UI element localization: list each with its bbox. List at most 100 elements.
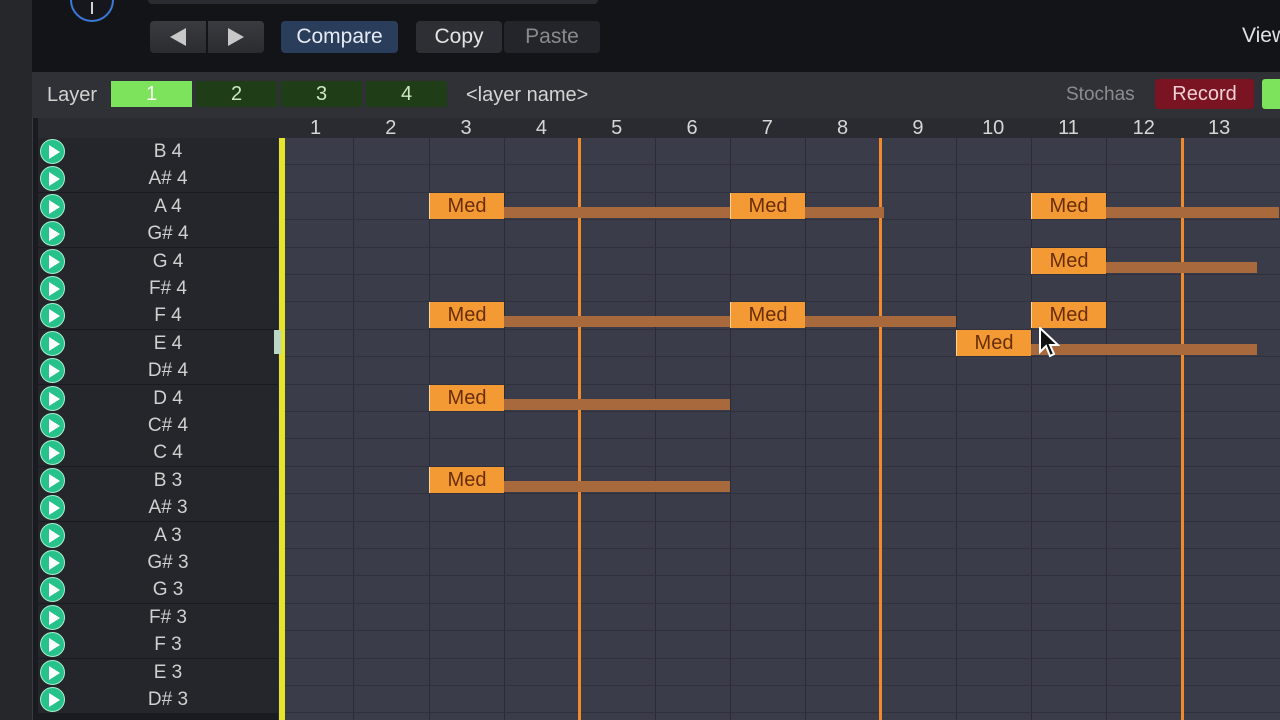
arrow-right-icon: [228, 28, 244, 47]
row-note-name: G# 3: [147, 552, 189, 573]
note-length-tail[interactable]: [504, 316, 730, 327]
row-play-icon[interactable]: [40, 276, 65, 301]
row-note-name: C 4: [153, 442, 183, 464]
mouse-cursor-icon: [1039, 327, 1060, 358]
grid-column-line: [655, 138, 656, 720]
row-play-icon[interactable]: [40, 522, 65, 548]
layer-tab-1[interactable]: 1: [111, 81, 192, 107]
step-number: 7: [761, 117, 773, 139]
grid-row-line: [278, 247, 1280, 248]
row-note-name: A# 4: [148, 168, 188, 190]
row-play-icon[interactable]: [40, 248, 65, 274]
grid-column-line: [805, 138, 806, 720]
note-cell[interactable]: Med: [1031, 248, 1106, 274]
step-number: 2: [385, 117, 397, 139]
row-note-name: A# 3: [148, 497, 188, 519]
previous-preset-button[interactable]: [150, 21, 206, 53]
grid-row-line: [278, 356, 1280, 357]
playhead: [279, 138, 285, 720]
bar-line: [578, 138, 581, 720]
grid-column-line: [504, 138, 505, 720]
row-play-icon[interactable]: [40, 604, 65, 630]
grid-column-line: [353, 138, 354, 720]
copy-button[interactable]: Copy: [416, 21, 502, 53]
step-number: 10: [982, 117, 1005, 139]
note-length-tail[interactable]: [805, 316, 956, 327]
grid-column-line: [1106, 138, 1107, 720]
row-note-name: B 3: [153, 469, 183, 491]
preset-field[interactable]: [148, 0, 598, 4]
note-cell[interactable]: Med: [429, 302, 504, 328]
grid-row-line: [278, 411, 1280, 412]
grid-row-line: [278, 603, 1280, 604]
row-note-name: G 3: [152, 579, 184, 601]
grid-row-line: [278, 274, 1280, 275]
row-play-icon[interactable]: [40, 330, 65, 356]
step-number: 11: [1058, 117, 1079, 139]
note-length-tail[interactable]: [1106, 262, 1257, 273]
note-cell[interactable]: Med: [429, 193, 504, 219]
stochas-label: Stochas: [1066, 84, 1135, 105]
view-menu[interactable]: View: [1242, 24, 1280, 48]
row-note-name: E 3: [153, 661, 183, 683]
note-length-tail[interactable]: [805, 207, 884, 218]
grid-column-line: [956, 138, 957, 720]
row-note-name: A 3: [154, 524, 182, 546]
grid-row-line: [278, 521, 1280, 522]
note-length-tail[interactable]: [1106, 207, 1279, 218]
row-note-name: F 3: [154, 634, 182, 656]
row-play-icon[interactable]: [40, 193, 65, 219]
layer-name-field[interactable]: <layer name>: [466, 82, 588, 108]
row-play-icon[interactable]: [40, 659, 65, 685]
grid-row-line: [278, 219, 1280, 220]
row-play-icon[interactable]: [40, 467, 65, 493]
note-cell[interactable]: Med: [429, 385, 504, 411]
row-note-name: E 4: [153, 332, 183, 354]
grid-column-line: [730, 138, 731, 720]
layer-tab-4[interactable]: 4: [366, 81, 447, 107]
note-cell[interactable]: Med: [1031, 302, 1106, 328]
row-play-icon[interactable]: [40, 687, 65, 712]
bar-line: [1181, 138, 1184, 720]
grid-row-line: [278, 329, 1280, 330]
row-play-icon[interactable]: [40, 413, 65, 438]
note-cell[interactable]: Med: [956, 330, 1031, 356]
play-toggle-button[interactable]: [1262, 79, 1280, 109]
row-note-name: D# 3: [147, 689, 189, 710]
grid-row-line: [278, 658, 1280, 659]
row-note-name: G 4: [152, 250, 184, 272]
step-number: 13: [1207, 117, 1231, 139]
note-cell[interactable]: Med: [730, 302, 805, 328]
step-number: 12: [1132, 117, 1155, 139]
grid-row-line: [278, 630, 1280, 631]
next-preset-button[interactable]: [208, 21, 264, 53]
note-length-tail[interactable]: [504, 399, 730, 410]
row-play-icon[interactable]: [40, 550, 65, 575]
step-number: 6: [686, 117, 698, 139]
layer-label: Layer: [47, 84, 98, 106]
note-length-tail[interactable]: [504, 481, 730, 492]
row-note-name: G# 4: [147, 223, 189, 245]
note-length-tail[interactable]: [1031, 344, 1257, 355]
note-cell[interactable]: Med: [730, 193, 805, 219]
layer-tab-3[interactable]: 3: [281, 81, 362, 107]
row-note-name: D# 4: [147, 360, 189, 382]
record-button[interactable]: Record: [1155, 79, 1254, 109]
note-cell[interactable]: Med: [429, 467, 504, 493]
grid-row-line: [278, 164, 1280, 165]
arrow-left-icon: [170, 28, 186, 47]
row-play-icon[interactable]: [40, 385, 65, 411]
paste-button[interactable]: Paste: [504, 21, 600, 53]
row-note-name: A 4: [154, 195, 182, 217]
left-panel-edge: [0, 0, 33, 720]
layer-tab-2[interactable]: 2: [196, 81, 277, 107]
row-note-name: F# 4: [148, 278, 188, 299]
step-number: 8: [837, 117, 849, 139]
note-cell[interactable]: Med: [1031, 193, 1106, 219]
step-number: 3: [460, 117, 472, 139]
row-note-name: D 4: [153, 387, 183, 409]
compare-button[interactable]: Compare: [281, 21, 398, 53]
note-length-tail[interactable]: [504, 207, 730, 218]
grid-column-line: [1031, 138, 1032, 720]
row-play-icon[interactable]: [40, 139, 65, 164]
